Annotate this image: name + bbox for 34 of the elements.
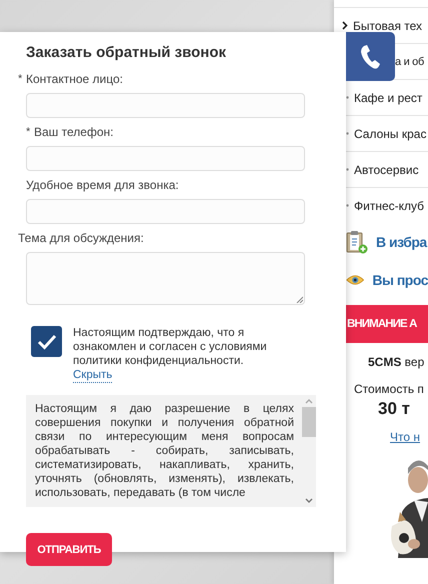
check-icon [36, 334, 56, 350]
submit-button[interactable]: ОТПРАВИТЬ [26, 533, 112, 566]
chevron-icon [342, 21, 348, 30]
sidebar-link[interactable]: В избра [376, 234, 427, 250]
eye-icon [346, 273, 364, 287]
terms-text: Настоящим я даю разрешение в целях совершения покупки и получения обратной связи по интересующим меня вопросам обрабатывать - собирать, записывать, систематизировать, накапливать, хранить, уточнять (обновлять, изменять), извлекать, использовать, передавать (в том числе [34, 402, 295, 501]
field-label: Тема для обсуждения: [18, 231, 144, 245]
required-mark: * [18, 73, 24, 85]
more-link[interactable]: Что н [390, 430, 420, 444]
dialog-title: Заказать обратный звонок [26, 44, 228, 61]
checkbox[interactable] [31, 326, 62, 357]
price-label: Стоимость п [353, 382, 425, 396]
field-label: Удобное время для звонка: [26, 178, 179, 192]
resize-icon [296, 296, 303, 303]
phone-icon [360, 44, 382, 70]
field-label: Ваш телефон: [34, 125, 114, 139]
sidebar-link[interactable]: Вы прос [372, 272, 428, 288]
scroll-down-icon[interactable] [305, 498, 313, 504]
input-field[interactable] [26, 146, 305, 171]
bullet-icon [346, 204, 349, 207]
required-mark: * [26, 126, 32, 138]
version-text: 5CMS вер [367, 355, 426, 369]
scroll-up-icon[interactable] [305, 398, 313, 404]
bullet-icon [346, 96, 349, 99]
call-button[interactable] [346, 32, 395, 81]
consent-text: Настоящим подтверждаю, что я ознакомлен и согласен с условиями политики конфиденциальности. [73, 326, 268, 368]
bullet-icon [346, 168, 349, 171]
hide-link[interactable]: Скрыть [73, 369, 112, 383]
text-area[interactable] [26, 252, 305, 305]
field-label: Контактное лицо: [26, 72, 123, 86]
bullet-icon [346, 132, 349, 135]
price-value: 30 т [377, 399, 411, 419]
input-field[interactable] [26, 199, 305, 224]
input-field[interactable] [26, 93, 305, 118]
